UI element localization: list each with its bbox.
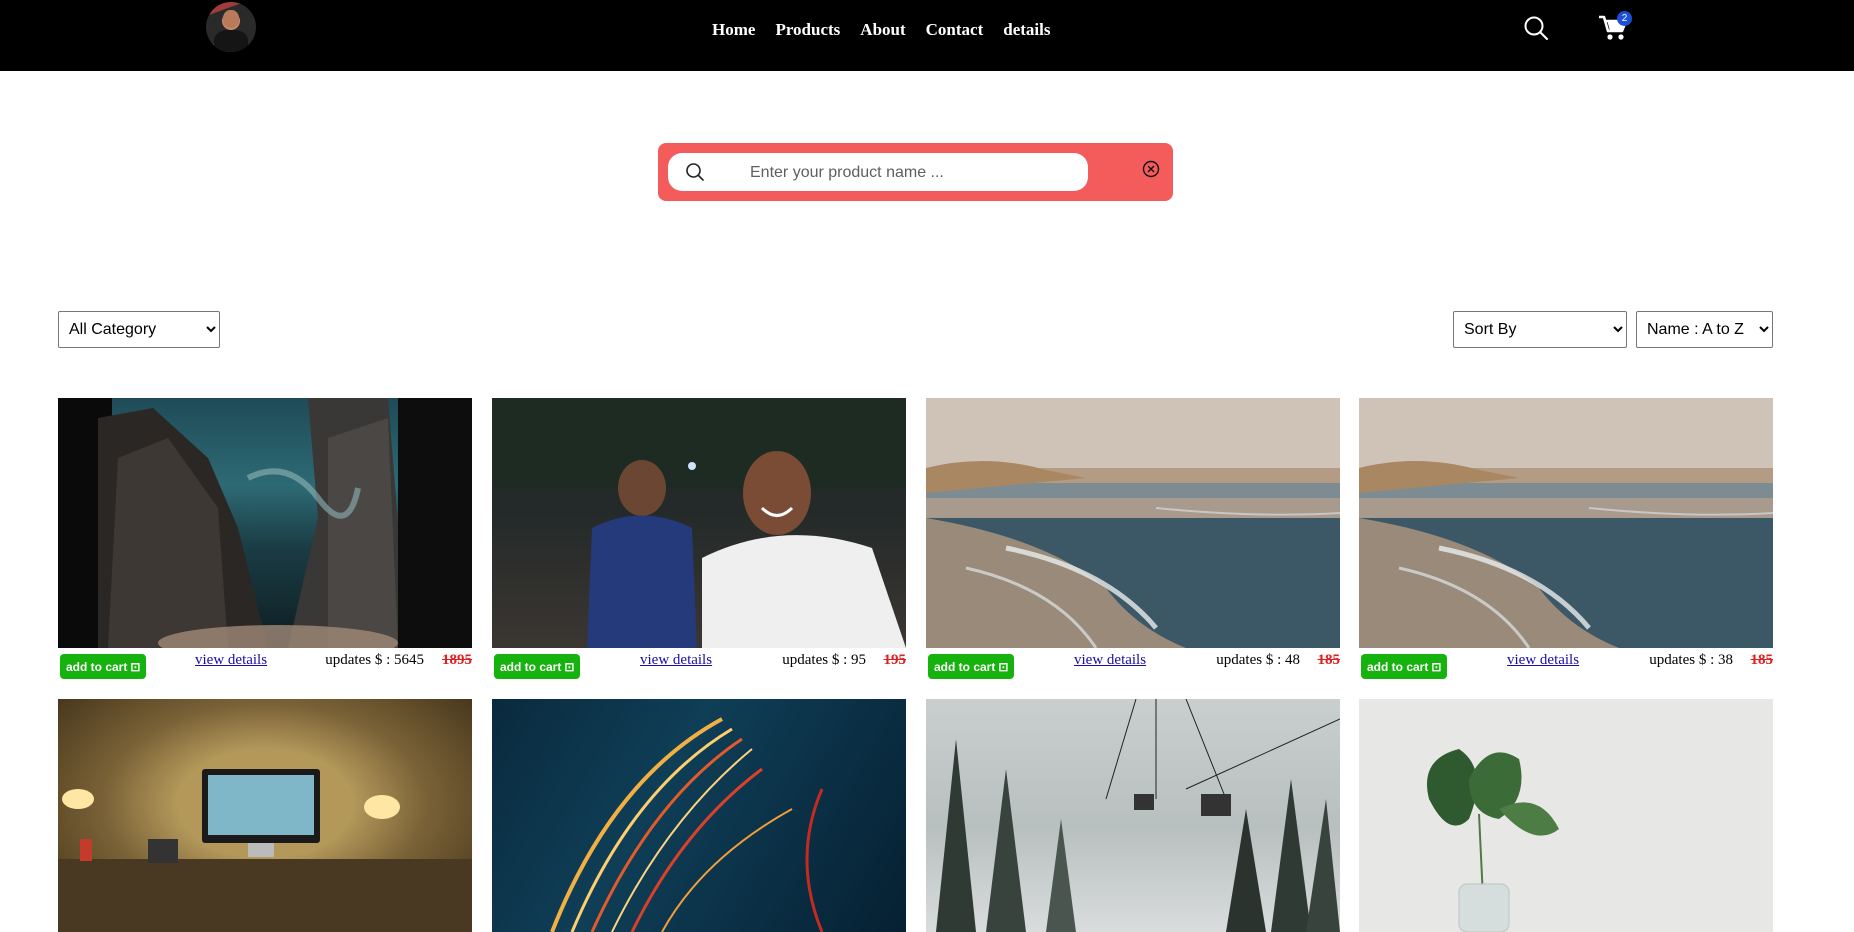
product-image[interactable] [1359,699,1773,932]
product-card [1359,699,1773,932]
product-image[interactable] [492,699,906,932]
nav-about-link[interactable]: About [860,20,905,40]
cart-count-badge: 2 [1617,11,1632,26]
product-search-bar [658,143,1173,201]
main-menu: Home Products About Contact details [712,20,1051,40]
price-label: updates $ : 95 [782,652,866,668]
product-card [926,699,1340,932]
product-card [58,699,472,932]
search-icon[interactable] [1523,15,1549,41]
add-to-cart-button[interactable]: add to cart ⊡ [60,654,147,679]
nav-products-link[interactable]: Products [775,20,840,40]
view-details-link[interactable]: view details [640,652,712,669]
navbar: Home Products About Contact details 2 [0,0,1854,71]
price-label: updates $ : 48 [1216,652,1300,668]
product-image[interactable] [492,398,906,648]
nav-contact-link[interactable]: Contact [926,20,984,40]
nav-details-link[interactable]: details [1003,20,1050,40]
add-to-cart-button[interactable]: add to cart ⊡ [928,654,1015,679]
search-icon [686,163,704,181]
add-to-cart-button[interactable]: add to cart ⊡ [494,654,581,679]
cart-small-icon: ⊡ [130,659,141,674]
add-to-cart-button[interactable]: add to cart ⊡ [1361,654,1448,679]
name-order-select[interactable]: Name : A to Z [1636,311,1773,348]
cart-small-icon: ⊡ [564,659,575,674]
price-label: updates $ : 38 [1649,652,1733,668]
product-image[interactable] [58,398,472,648]
product-card: add to cart ⊡ view details updates $ : 38… [1359,398,1773,680]
product-image[interactable] [58,699,472,932]
old-price: 185 [1750,652,1774,668]
product-image[interactable] [926,398,1340,648]
view-details-link[interactable]: view details [1074,652,1146,669]
sort-by-select[interactable]: Sort By [1453,311,1627,348]
clear-search-icon[interactable] [1141,159,1161,179]
cart-small-icon: ⊡ [1431,659,1442,674]
product-card: add to cart ⊡ view details updates $ : 56… [58,398,472,680]
price-label: updates $ : 5645 [325,652,424,668]
old-price: 185 [1317,652,1341,668]
product-card: add to cart ⊡ view details updates $ : 95… [492,398,906,680]
product-image[interactable] [926,699,1340,932]
view-details-link[interactable]: view details [1507,652,1579,669]
product-card: add to cart ⊡ view details updates $ : 48… [926,398,1340,680]
category-select[interactable]: All Category [58,311,220,348]
profile-avatar[interactable] [206,2,256,52]
old-price: 195 [883,652,907,668]
product-card [492,699,906,932]
cart-small-icon: ⊡ [998,659,1009,674]
nav-home-link[interactable]: Home [712,20,755,40]
view-details-link[interactable]: view details [195,652,267,669]
search-field-wrapper [668,153,1088,191]
old-price: 1895 [442,652,472,668]
search-input[interactable] [748,157,1072,189]
product-image[interactable] [1359,398,1773,648]
